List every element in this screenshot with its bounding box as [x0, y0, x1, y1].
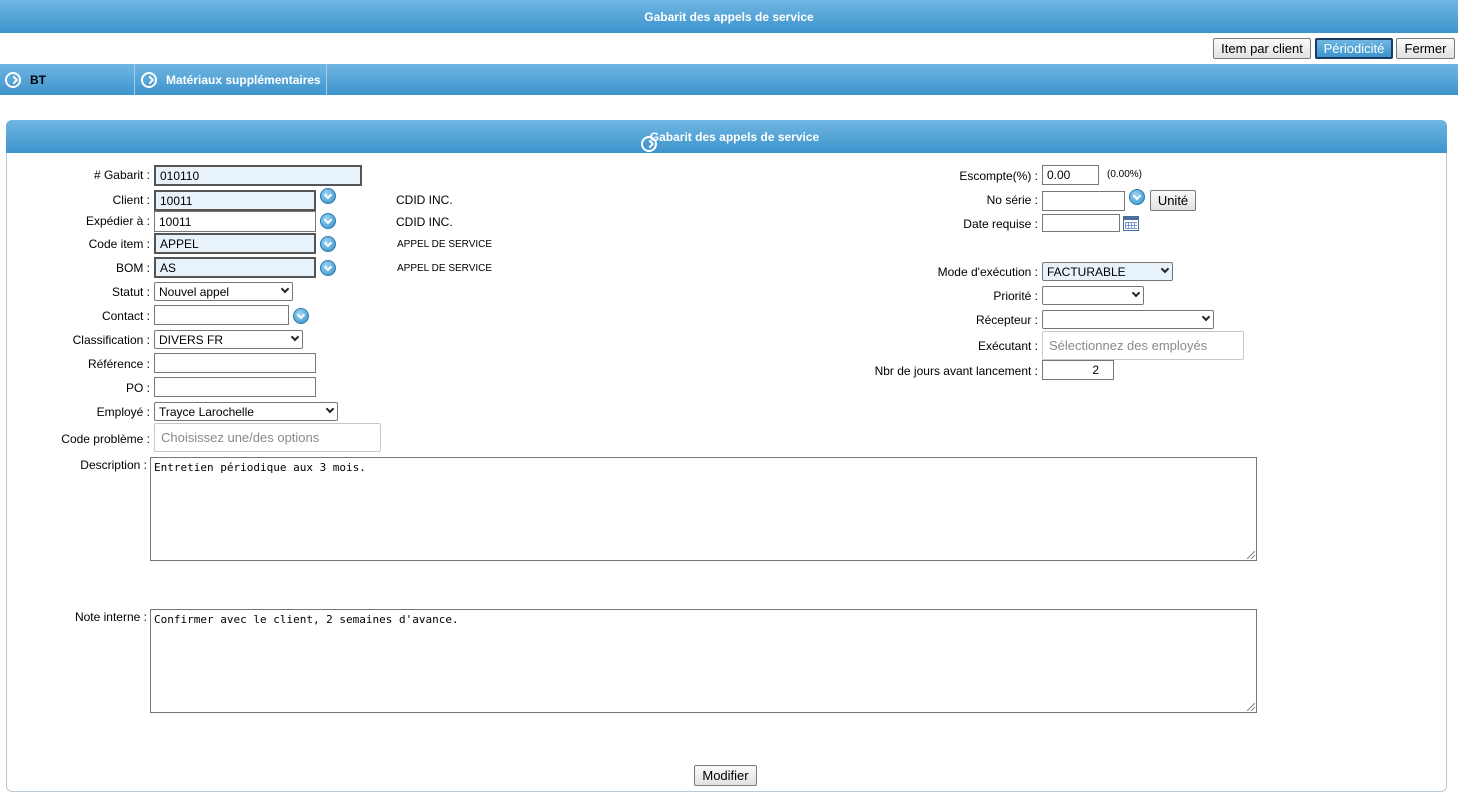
code-item-description: APPEL DE SERVICE [397, 239, 493, 250]
nbr-jours-label: Nbr de jours avant lancement : [874, 364, 1038, 378]
gabarit-label: # Gabarit : [93, 168, 150, 182]
escompte-input[interactable]: 0.00 [1042, 165, 1099, 185]
mode-execution-value: FACTURABLE [1047, 264, 1126, 279]
reference-input[interactable] [154, 353, 316, 373]
recepteur-label: Récepteur : [975, 313, 1038, 327]
no-serie-label: No série : [986, 193, 1038, 207]
no-serie-input[interactable] [1042, 191, 1125, 211]
panel-header: Gabarit des appels de service [6, 120, 1447, 153]
periodicite-button[interactable]: Périodicité [1315, 38, 1393, 59]
panel-title: Gabarit des appels de service [649, 129, 820, 144]
classification-label: Classification : [72, 333, 150, 347]
note-interne-textarea[interactable]: Confirmer avec le client, 2 semaines d'a… [150, 609, 1257, 713]
executant-multiselect[interactable]: Sélectionnez des employés [1042, 331, 1244, 360]
bom-description: APPEL DE SERVICE [397, 263, 493, 274]
expedier-lookup-icon[interactable] [320, 213, 336, 229]
tab-bt-label: BT [30, 72, 46, 87]
fermer-button[interactable]: Fermer [1396, 38, 1455, 59]
contact-lookup-icon[interactable] [293, 308, 309, 324]
chevron-down-icon [325, 404, 335, 414]
mode-execution-label: Mode d'exécution : [937, 265, 1038, 279]
employe-value: Trayce Larochelle [159, 404, 254, 419]
client-lookup-icon[interactable] [320, 188, 336, 204]
arrow-circle-icon [5, 71, 21, 88]
description-label: Description : [80, 458, 147, 472]
code-probleme-multiselect[interactable]: Choisissez une/des options [154, 423, 381, 452]
description-textarea[interactable]: Entretien périodique aux 3 mois. [150, 457, 1257, 561]
executant-label: Exécutant : [977, 339, 1038, 353]
chevron-down-icon [1160, 264, 1170, 274]
contact-input[interactable] [154, 305, 289, 325]
unite-button[interactable]: Unité [1150, 190, 1196, 211]
statut-label: Statut : [111, 285, 150, 299]
recepteur-select[interactable] [1042, 310, 1214, 329]
modifier-button[interactable]: Modifier [694, 765, 757, 786]
tab-bar: BT Matériaux supplémentaires [0, 64, 1458, 95]
collapse-arrow-icon[interactable] [640, 135, 657, 152]
resize-grip-icon[interactable] [1247, 703, 1255, 711]
resize-grip-icon[interactable] [1247, 551, 1255, 559]
escompte-note: (0.00%) [1107, 169, 1143, 180]
window-title-bar: Gabarit des appels de service [0, 0, 1458, 33]
code-item-label: Code item : [88, 237, 150, 251]
tab-materiaux[interactable]: Matériaux supplémentaires [135, 64, 327, 95]
priorite-label: Priorité : [993, 289, 1038, 303]
priorite-select[interactable] [1042, 286, 1144, 305]
expedier-name: CDID INC. [396, 215, 453, 229]
chevron-down-icon [280, 284, 290, 294]
classification-value: DIVERS FR [159, 332, 224, 347]
chevron-down-icon [290, 332, 300, 342]
employe-select[interactable]: Trayce Larochelle [154, 402, 338, 421]
date-requise-label: Date requise : [963, 217, 1038, 231]
statut-value: Nouvel appel [159, 284, 230, 299]
note-interne-label: Note interne : [74, 610, 147, 624]
bom-label: BOM : [115, 261, 150, 275]
code-item-input[interactable]: APPEL [154, 233, 316, 254]
employe-label: Employé : [96, 405, 150, 419]
po-label: PO : [125, 381, 150, 395]
classification-select[interactable]: DIVERS FR [154, 330, 303, 349]
bom-lookup-icon[interactable] [320, 260, 336, 276]
statut-select[interactable]: Nouvel appel [154, 282, 293, 301]
expedier-label: Expédier à : [85, 214, 150, 228]
no-serie-lookup-icon[interactable] [1129, 189, 1145, 205]
client-input[interactable]: 10011 [154, 190, 316, 211]
reference-label: Référence : [87, 357, 150, 371]
expedier-input[interactable]: 10011 [154, 211, 316, 232]
po-input[interactable] [154, 377, 316, 397]
window-title: Gabarit des appels de service [644, 9, 814, 24]
note-interne-text: Confirmer avec le client, 2 semaines d'a… [154, 613, 459, 626]
bom-input[interactable]: AS [154, 257, 316, 278]
chevron-down-icon [1131, 288, 1141, 298]
date-requise-input[interactable] [1042, 214, 1120, 232]
chevron-down-icon [1201, 312, 1211, 322]
escompte-label: Escompte(%) : [959, 169, 1038, 183]
client-name: CDID INC. [396, 193, 453, 207]
nbr-jours-input[interactable]: 2 [1042, 360, 1114, 380]
tab-materiaux-label: Matériaux supplémentaires [166, 72, 321, 87]
item-par-client-button[interactable]: Item par client [1213, 38, 1311, 59]
code-item-lookup-icon[interactable] [320, 236, 336, 252]
mode-execution-select[interactable]: FACTURABLE [1042, 262, 1173, 281]
arrow-circle-icon [141, 71, 157, 88]
calendar-icon[interactable] [1123, 216, 1139, 231]
description-text: Entretien périodique aux 3 mois. [154, 461, 366, 474]
client-label: Client : [112, 193, 150, 207]
tab-bt[interactable]: BT [0, 64, 135, 95]
gabarit-input[interactable]: 010110 [154, 165, 362, 186]
contact-label: Contact : [101, 309, 150, 323]
code-probleme-label: Code problème : [61, 432, 150, 446]
